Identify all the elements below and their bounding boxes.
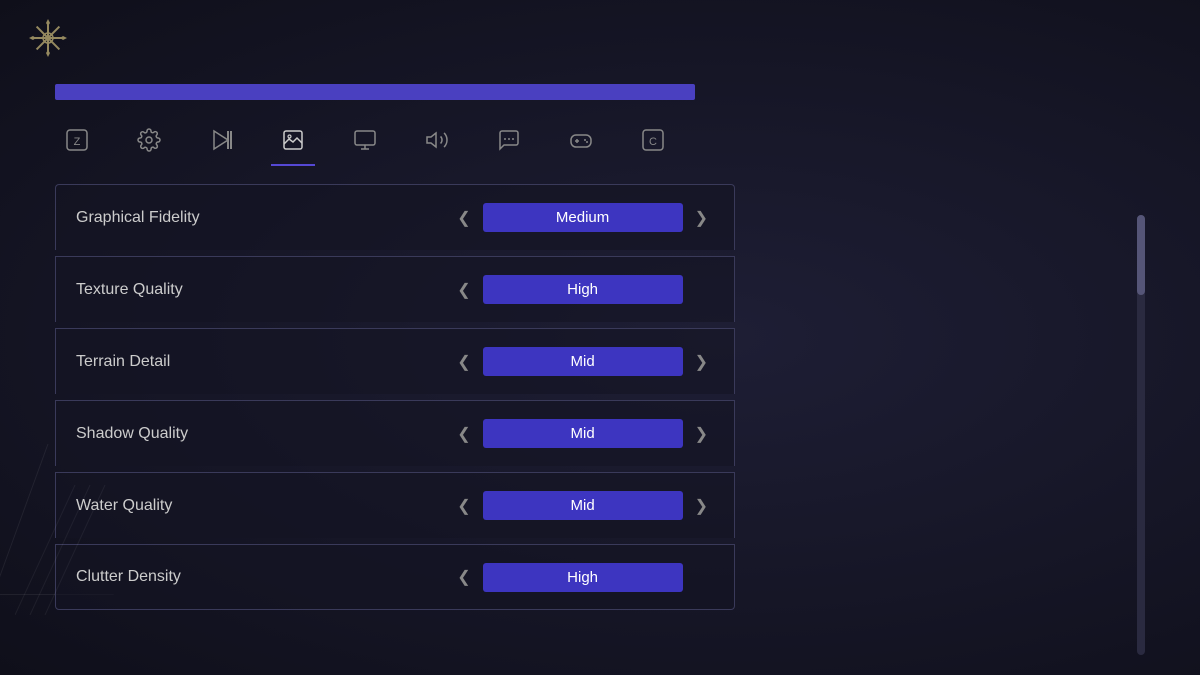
setting-row-terrain-detail: Terrain Detail ❮Mid❯ — [55, 328, 735, 394]
tab-controller[interactable] — [559, 118, 603, 162]
tab-chat[interactable] — [487, 118, 531, 162]
section-label[interactable] — [55, 84, 695, 100]
settings-list: Graphical Fidelity❮Medium❯Texture Qualit… — [55, 184, 735, 610]
header — [0, 0, 1200, 76]
image-icon — [281, 128, 305, 152]
setting-row-shadow-quality: Shadow Quality ❮Mid❯ — [55, 400, 735, 466]
setting-row-water-quality: Water Quality❮Mid❯ — [55, 472, 735, 538]
setting-arrow-left-graphical-fidelity[interactable]: ❮ — [451, 204, 476, 232]
setting-control-clutter-density: ❮High❯ — [451, 563, 714, 592]
setting-value-texture-quality: High — [483, 275, 683, 304]
setting-name-shadow-quality: Shadow Quality — [76, 425, 188, 443]
display-icon — [353, 128, 377, 152]
svg-text:C: C — [649, 136, 657, 148]
setting-control-terrain-detail: ❮Mid❯ — [451, 347, 714, 376]
svg-text:Z: Z — [74, 136, 81, 148]
setting-name-texture-quality: Texture Quality — [76, 281, 183, 299]
tab-media[interactable] — [199, 118, 243, 162]
setting-arrow-right-shadow-quality[interactable]: ❯ — [689, 420, 714, 448]
scrollbar-track[interactable] — [1137, 215, 1145, 655]
c-key-icon: C — [641, 128, 665, 152]
tab-z[interactable]: Z — [55, 118, 99, 162]
chat-icon — [497, 128, 521, 152]
tab-settings[interactable] — [127, 118, 171, 162]
setting-name-terrain-detail: Terrain Detail — [76, 353, 170, 371]
setting-control-graphical-fidelity: ❮Medium❯ — [451, 203, 714, 232]
setting-arrow-left-water-quality[interactable]: ❮ — [451, 492, 476, 520]
tab-bar: Z — [0, 108, 1200, 172]
setting-row-clutter-density: Clutter Density❮High❯ — [55, 544, 735, 610]
tab-audio[interactable] — [415, 118, 459, 162]
page: Z — [0, 0, 1200, 675]
setting-arrow-right-terrain-detail[interactable]: ❯ — [689, 348, 714, 376]
setting-control-texture-quality: ❮High❯ — [451, 275, 714, 304]
tab-graphics[interactable] — [271, 118, 315, 162]
setting-row-graphical-fidelity: Graphical Fidelity ❮Medium❯ — [55, 184, 735, 250]
tab-c[interactable]: C — [631, 118, 675, 162]
system-icon — [28, 18, 68, 58]
setting-arrow-right-graphical-fidelity[interactable]: ❯ — [689, 204, 714, 232]
settings-container: Graphical Fidelity❮Medium❯Texture Qualit… — [55, 184, 735, 610]
audio-icon — [425, 128, 449, 152]
z-key-icon: Z — [65, 128, 89, 152]
setting-arrow-left-shadow-quality[interactable]: ❮ — [451, 420, 476, 448]
setting-name-graphical-fidelity: Graphical Fidelity — [76, 209, 200, 227]
setting-value-water-quality: Mid — [483, 491, 683, 520]
media-icon — [209, 128, 233, 152]
scrollbar-thumb[interactable] — [1137, 215, 1145, 295]
setting-value-clutter-density: High — [483, 563, 683, 592]
setting-arrow-left-texture-quality[interactable]: ❮ — [451, 276, 476, 304]
setting-arrow-left-terrain-detail[interactable]: ❮ — [451, 348, 476, 376]
controller-icon — [569, 128, 593, 152]
setting-value-terrain-detail: Mid — [483, 347, 683, 376]
setting-arrow-right-water-quality[interactable]: ❯ — [689, 492, 714, 520]
gear-icon — [137, 128, 161, 152]
tab-display[interactable] — [343, 118, 387, 162]
setting-value-shadow-quality: Mid — [483, 419, 683, 448]
setting-control-water-quality: ❮Mid❯ — [451, 491, 714, 520]
setting-arrow-left-clutter-density[interactable]: ❮ — [451, 563, 476, 591]
setting-value-graphical-fidelity: Medium — [483, 203, 683, 232]
setting-row-texture-quality: Texture Quality ❮High❯ — [55, 256, 735, 322]
decorative-lines — [15, 485, 115, 615]
setting-control-shadow-quality: ❮Mid❯ — [451, 419, 714, 448]
